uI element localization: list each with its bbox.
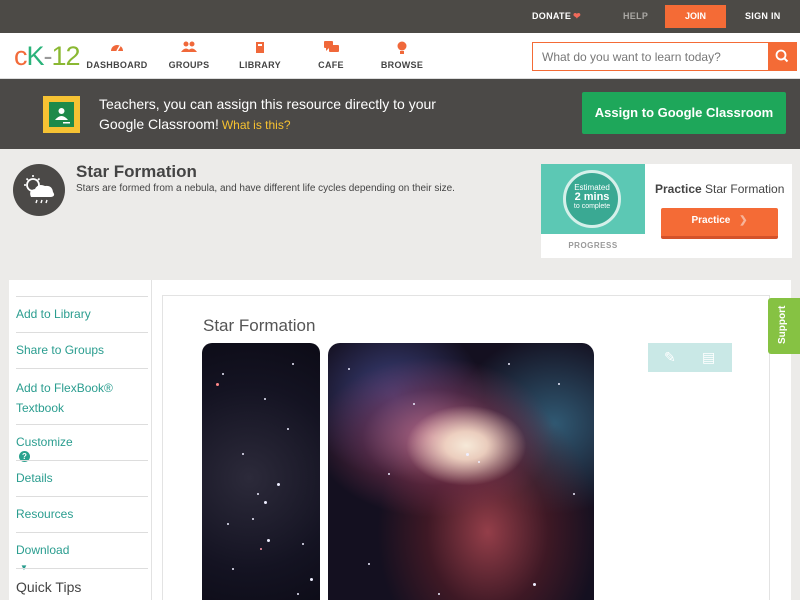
top-utility-bar: DONATE ❤ HELP JOIN SIGN IN [0,0,800,33]
google-classroom-banner: Teachers, you can assign this resource d… [0,79,800,149]
nav-cafe[interactable]: CAFE [296,41,366,70]
practice-title: Practice Star Formation [655,182,784,196]
nav-groups-label: GROUPS [168,60,210,70]
nav-dashboard-label: DASHBOARD [86,60,148,70]
assign-to-google-classroom-button[interactable]: Assign to Google Classroom [582,92,786,134]
share-to-groups-link[interactable]: Share to Groups [16,332,148,359]
resources-label: Resources [16,507,74,521]
what-is-this-link[interactable]: What is this? [222,118,291,132]
practice-title-topic: Star Formation [705,182,785,196]
nav-library-label: LIBRARY [239,60,281,70]
logo-c: c [14,41,27,71]
resources-link[interactable]: Resources [16,496,148,523]
nav-browse[interactable]: BROWSE [367,41,437,70]
donate-link[interactable]: DONATE ❤ [532,11,581,22]
concept-description: Stars are formed from a nebula, and have… [76,183,455,194]
search-input[interactable] [533,43,769,70]
nav-dashboard[interactable]: DASHBOARD [82,41,152,70]
nav-groups[interactable]: GROUPS [154,41,224,70]
add-to-library-label: Add to Library [16,307,91,321]
customize-link[interactable]: Customize? [16,424,148,462]
library-icon [225,41,295,57]
quick-tips-heading: Quick Tips [16,568,148,595]
add-to-flexbook-label: Add to FlexBook® Textbook [16,381,113,415]
content-title: Star Formation [203,316,316,335]
details-label: Details [16,471,53,485]
download-label: Download [16,543,70,557]
practice-progress-panel: Estimated 2 mins to complete [541,164,645,234]
estimated-time-badge: Estimated 2 mins to complete [563,170,621,228]
practice-card: Estimated 2 mins to complete PROGRESS Pr… [541,164,792,258]
notes-icon[interactable]: ▤ [702,349,715,366]
practice-button[interactable]: Practice ❯ [661,208,778,239]
logo-12: 12 [51,41,81,71]
add-to-flexbook-link[interactable]: Add to FlexBook® Textbook [16,368,148,418]
logo-k: K [26,41,45,71]
dashboard-icon [82,41,152,57]
help-link[interactable]: HELP [623,11,648,21]
resource-sidebar: Add to Library Share to Groups Add to Fl… [9,280,151,600]
progress-label: PROGRESS [568,241,618,250]
main-content: Star Formation ✎ ▤ [151,280,791,600]
nav-cafe-label: CAFE [318,60,344,70]
ck12-logo[interactable]: cK-12 [14,41,81,72]
nav-browse-label: BROWSE [380,60,424,70]
google-classroom-icon [43,96,80,133]
estimated-minutes: 2 mins [574,191,610,203]
search-button[interactable] [768,43,796,70]
search-icon [775,49,789,63]
join-button[interactable]: JOIN [665,5,726,28]
share-to-groups-label: Share to Groups [16,343,105,357]
practice-title-bold: Practice [655,182,702,196]
search-box [532,42,797,71]
browse-icon [367,41,437,57]
sign-in-link[interactable]: SIGN IN [745,11,781,21]
customize-label: Customize [16,435,73,449]
weather-cloud-icon [13,164,65,216]
orion-starfield-image [202,343,320,600]
support-label: Support [777,305,788,344]
donate-label: DONATE [532,11,572,21]
annotation-toolbar: ✎ ▤ [648,343,732,372]
logo-dash: - [43,41,53,71]
nav-library[interactable]: LIBRARY [225,41,295,70]
banner-message: Teachers, you can assign this resource d… [99,94,449,135]
groups-icon [154,41,224,57]
content-panel: Star Formation ✎ ▤ [162,295,770,600]
support-tab[interactable]: Support [768,298,800,354]
add-to-library-link[interactable]: Add to Library [16,296,148,323]
practice-button-label: Practice [691,215,731,226]
details-link[interactable]: Details [16,460,148,487]
to-complete-label: to complete [573,203,611,210]
main-navbar: cK-12 DASHBOARD GROUPS LIBRARY CAFE BROW… [0,33,800,79]
heart-icon: ❤ [573,11,581,21]
pencil-icon[interactable]: ✎ [664,349,676,366]
orion-nebula-image [328,343,594,600]
cafe-icon [296,41,366,57]
page-title: Star Formation [76,162,197,181]
chevron-right-icon: ❯ [739,215,748,226]
